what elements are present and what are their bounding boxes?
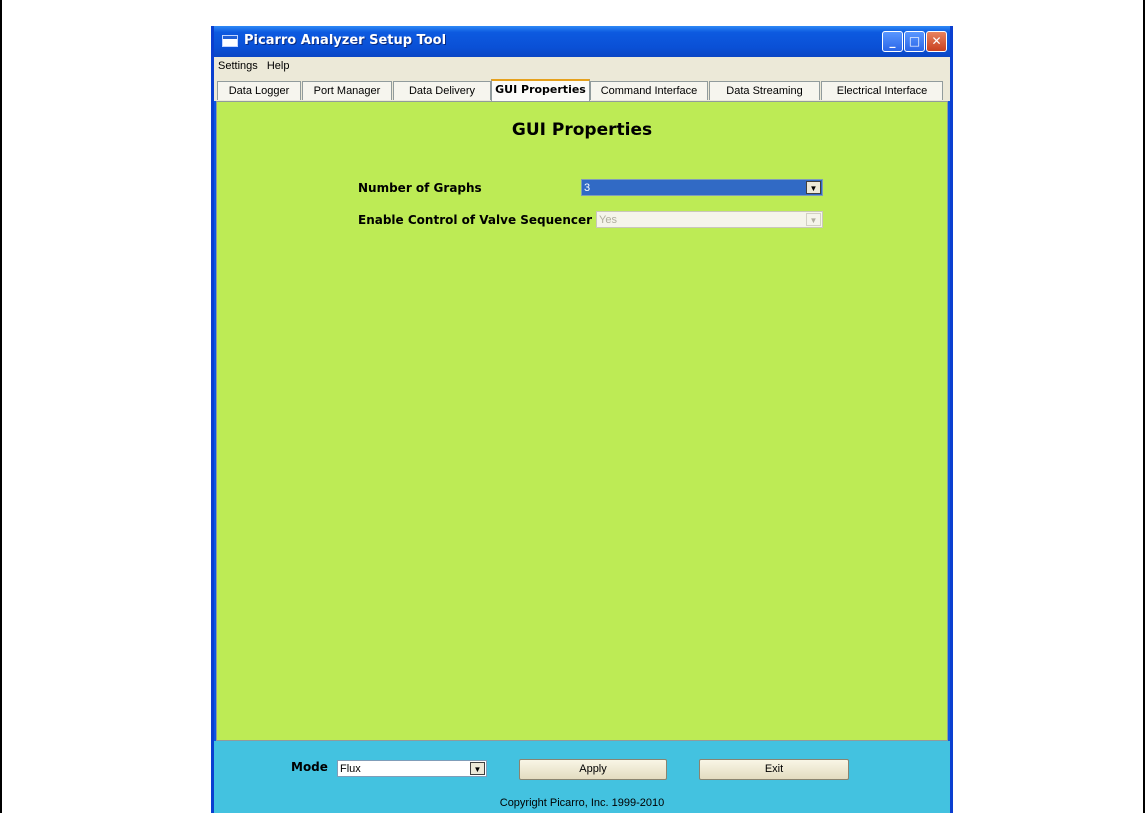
tab-electrical-interface[interactable]: Electrical Interface: [821, 81, 943, 100]
tab-command-interface[interactable]: Command Interface: [590, 81, 708, 100]
minimize-button[interactable]: _: [882, 31, 903, 52]
gui-properties-panel: GUI Properties Number of Graphs 3 ▼ Enab…: [216, 101, 948, 741]
tab-data-delivery[interactable]: Data Delivery: [393, 81, 491, 100]
menu-bar: Settings Help: [214, 57, 950, 76]
valve-sequencer-value: Yes: [599, 214, 617, 226]
exit-button[interactable]: Exit: [699, 759, 849, 780]
app-window: Picarro Analyzer Setup Tool _ □ ✕ Settin…: [211, 26, 953, 813]
close-button[interactable]: ✕: [926, 31, 947, 52]
tab-data-streaming[interactable]: Data Streaming: [709, 81, 820, 100]
frame-left-border: [0, 0, 2, 813]
menu-settings[interactable]: Settings: [215, 57, 261, 74]
chevron-down-icon[interactable]: ▼: [806, 181, 821, 194]
tab-gui-properties[interactable]: GUI Properties: [491, 79, 590, 101]
number-of-graphs-label: Number of Graphs: [358, 181, 482, 195]
number-of-graphs-value: 3: [584, 182, 591, 194]
copyright-text: Copyright Picarro, Inc. 1999-2010: [499, 797, 665, 809]
valve-sequencer-label: Enable Control of Valve Sequencer: [358, 213, 593, 227]
mode-label: Mode: [291, 760, 328, 774]
footer-bar: Mode Flux ▼ Apply Exit Copyright Picarro…: [214, 741, 950, 813]
tab-data-logger[interactable]: Data Logger: [217, 81, 301, 100]
chevron-down-icon[interactable]: ▼: [806, 213, 821, 226]
chevron-down-icon[interactable]: ▼: [470, 762, 485, 775]
valve-sequencer-dropdown[interactable]: Yes ▼: [596, 211, 823, 228]
apply-button[interactable]: Apply: [519, 759, 667, 780]
mode-value: Flux: [340, 763, 361, 775]
title-bar[interactable]: Picarro Analyzer Setup Tool _ □ ✕: [214, 26, 950, 57]
window-app-icon: [222, 35, 238, 47]
number-of-graphs-dropdown[interactable]: 3 ▼: [581, 179, 823, 196]
page-title: GUI Properties: [511, 120, 653, 140]
tab-port-manager[interactable]: Port Manager: [302, 81, 392, 100]
tab-strip: Data Logger Port Manager Data Delivery G…: [214, 76, 950, 101]
mode-dropdown[interactable]: Flux ▼: [337, 760, 487, 777]
window-title: Picarro Analyzer Setup Tool: [244, 33, 447, 48]
maximize-button[interactable]: □: [904, 31, 925, 52]
menu-help[interactable]: Help: [264, 57, 293, 74]
